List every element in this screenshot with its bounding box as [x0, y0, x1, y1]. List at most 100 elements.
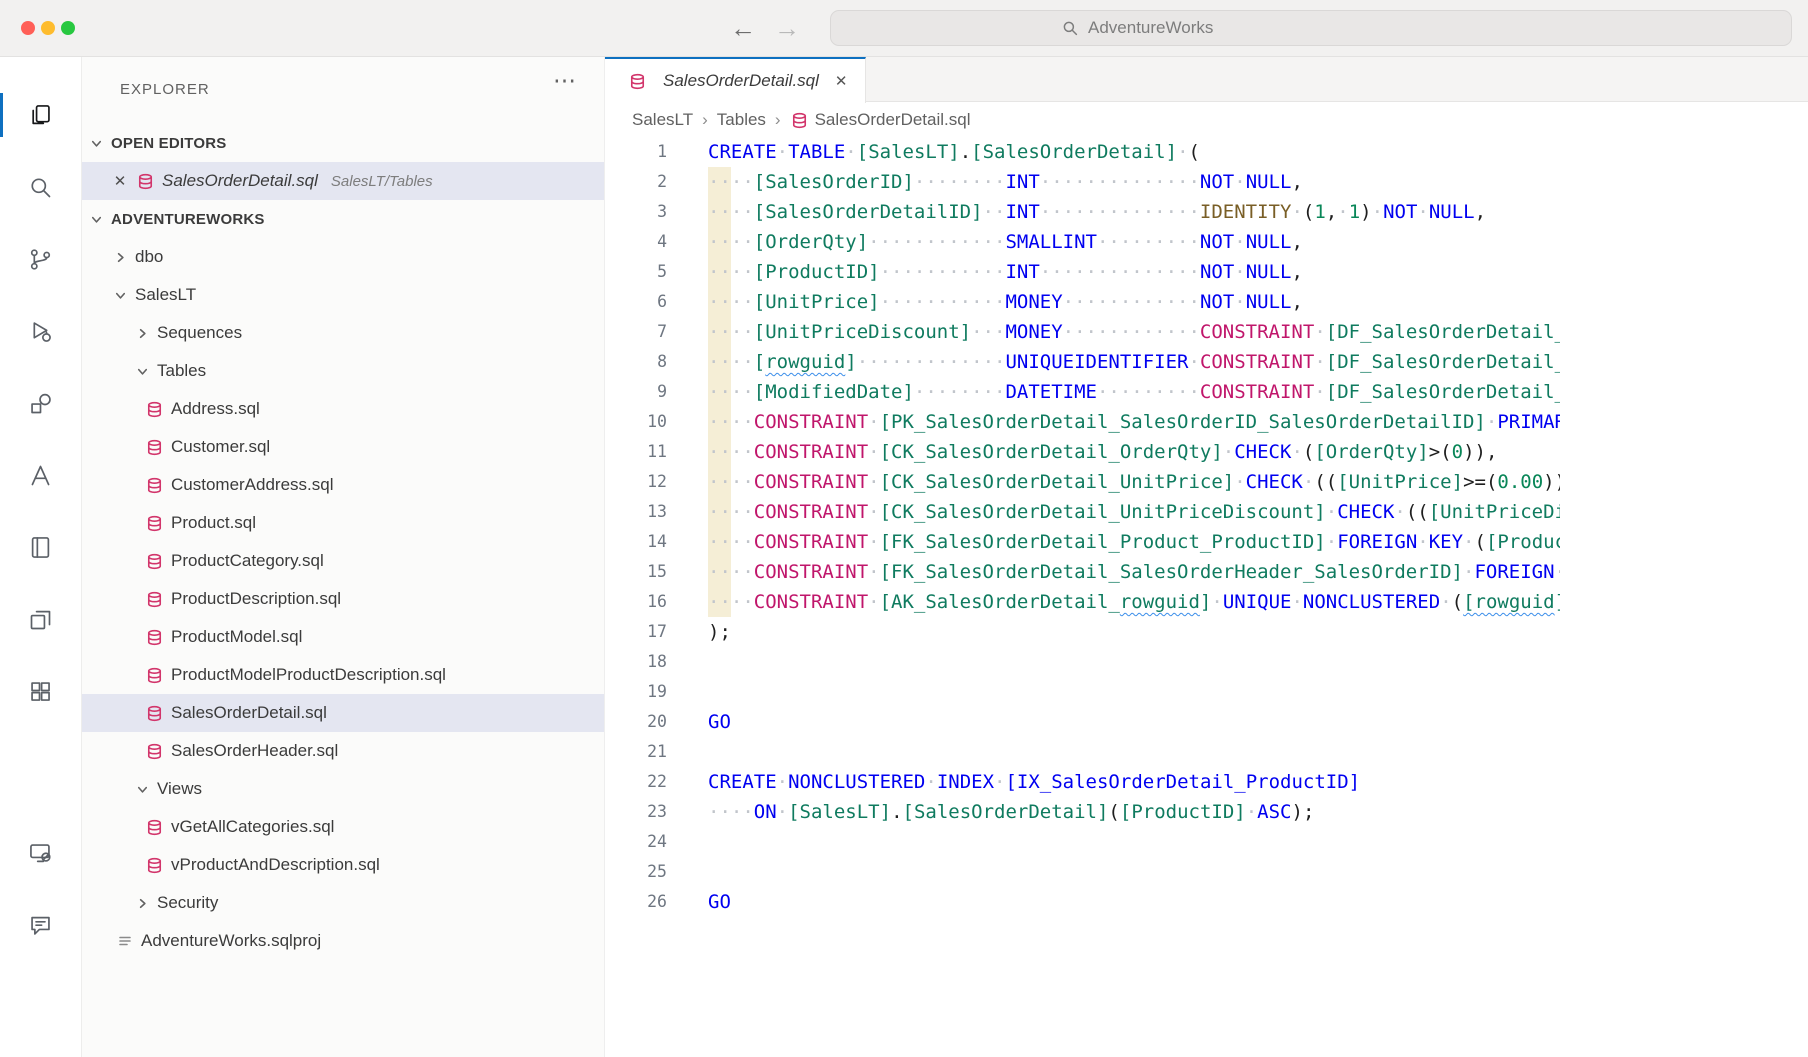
code-line[interactable]: 22CREATE·NONCLUSTERED·INDEX·[IX_SalesOrd…	[605, 767, 1808, 797]
minimize-window-button[interactable]	[41, 21, 55, 35]
code-line[interactable]: 23····ON·[SalesLT].[SalesOrderDetail]([P…	[605, 797, 1808, 827]
line-number[interactable]: 26	[605, 887, 667, 917]
code-line[interactable]: 1CREATE·TABLE·[SalesLT].[SalesOrderDetai…	[605, 137, 1808, 167]
chevron-right-icon[interactable]	[134, 895, 150, 911]
tree-item-salesorderdetail-sql[interactable]: ✕SalesOrderDetail.sqlSalesLT/Tables	[82, 162, 604, 200]
code-line[interactable]: 12····CONSTRAINT·[CK_SalesOrderDetail_Un…	[605, 467, 1808, 497]
code-line[interactable]: 19	[605, 677, 1808, 707]
tree-item-customer-sql[interactable]: Customer.sql	[82, 428, 604, 466]
notebook-icon[interactable]	[0, 511, 82, 583]
tree-item-address-sql[interactable]: Address.sql	[82, 390, 604, 428]
line-number[interactable]: 3	[605, 197, 667, 227]
code-line[interactable]: 17);	[605, 617, 1808, 647]
line-number[interactable]: 17	[605, 617, 667, 647]
search-icon[interactable]	[0, 151, 82, 223]
line-number[interactable]: 22	[605, 767, 667, 797]
line-number[interactable]: 19	[605, 677, 667, 707]
address-bar[interactable]: AdventureWorks	[830, 10, 1792, 46]
code-line[interactable]: 10····CONSTRAINT·[PK_SalesOrderDetail_Sa…	[605, 407, 1808, 437]
line-number[interactable]: 13	[605, 497, 667, 527]
tree-item-adventureworks-sqlproj[interactable]: AdventureWorks.sqlproj	[82, 922, 604, 960]
section-open-editors[interactable]: OPEN EDITORS	[82, 124, 604, 162]
breadcrumb-item-tables[interactable]: Tables	[717, 110, 766, 130]
line-number[interactable]: 5	[605, 257, 667, 287]
chevron-right-icon[interactable]	[112, 249, 128, 265]
forward-button[interactable]: →	[772, 13, 802, 43]
line-number[interactable]: 16	[605, 587, 667, 617]
tree-item-productmodelproductdescription-sql[interactable]: ProductModelProductDescription.sql	[82, 656, 604, 694]
tree-item-sequences[interactable]: Sequences	[82, 314, 604, 352]
section-adventureworks[interactable]: ADVENTUREWORKS	[82, 200, 604, 238]
close-icon[interactable]: ✕	[112, 172, 128, 190]
chevron-down-icon[interactable]	[88, 211, 104, 227]
tree-item-productdescription-sql[interactable]: ProductDescription.sql	[82, 580, 604, 618]
tree-item-dbo[interactable]: dbo	[82, 238, 604, 276]
remote-icon[interactable]	[0, 817, 82, 889]
line-number[interactable]: 14	[605, 527, 667, 557]
code-line[interactable]: 25	[605, 857, 1808, 887]
line-number[interactable]: 18	[605, 647, 667, 677]
back-button[interactable]: ←	[728, 13, 758, 43]
line-number[interactable]: 11	[605, 437, 667, 467]
source-control-icon[interactable]	[0, 223, 82, 295]
grid-icon[interactable]	[0, 655, 82, 727]
breadcrumb-item-saleslt[interactable]: SalesLT	[632, 110, 693, 130]
chevron-down-icon[interactable]	[112, 287, 128, 303]
line-number[interactable]: 24	[605, 827, 667, 857]
line-number[interactable]: 8	[605, 347, 667, 377]
line-number[interactable]: 2	[605, 167, 667, 197]
code-line[interactable]: 21	[605, 737, 1808, 767]
more-actions-icon[interactable]: ⋯	[553, 69, 576, 92]
close-icon[interactable]: ✕	[835, 72, 848, 90]
line-number[interactable]: 9	[605, 377, 667, 407]
code-line[interactable]: 20GO	[605, 707, 1808, 737]
line-number[interactable]: 4	[605, 227, 667, 257]
code-line[interactable]: 2····[SalesOrderID]········INT··········…	[605, 167, 1808, 197]
code-line[interactable]: 24	[605, 827, 1808, 857]
zoom-window-button[interactable]	[61, 21, 75, 35]
tree-item-productcategory-sql[interactable]: ProductCategory.sql	[82, 542, 604, 580]
code-line[interactable]: 6····[UnitPrice]···········MONEY········…	[605, 287, 1808, 317]
tree-item-salesorderheader-sql[interactable]: SalesOrderHeader.sql	[82, 732, 604, 770]
tree-item-security[interactable]: Security	[82, 884, 604, 922]
line-number[interactable]: 21	[605, 737, 667, 767]
code-line[interactable]: 18	[605, 647, 1808, 677]
chevron-down-icon[interactable]	[134, 363, 150, 379]
tree-item-vgetallcategories-sql[interactable]: vGetAllCategories.sql	[82, 808, 604, 846]
line-number[interactable]: 1	[605, 137, 667, 167]
code-line[interactable]: 26GO	[605, 887, 1808, 917]
tree-item-saleslt[interactable]: SalesLT	[82, 276, 604, 314]
close-window-button[interactable]	[21, 21, 35, 35]
run-debug-icon[interactable]	[0, 295, 82, 367]
code-line[interactable]: 11····CONSTRAINT·[CK_SalesOrderDetail_Or…	[605, 437, 1808, 467]
code-line[interactable]: 3····[SalesOrderDetailID]··INT··········…	[605, 197, 1808, 227]
tab-salesorderdetail-sql[interactable]: SalesOrderDetail.sql ✕	[605, 57, 866, 103]
code-line[interactable]: 16····CONSTRAINT·[AK_SalesOrderDetail_ro…	[605, 587, 1808, 617]
tree-item-vproductanddescription-sql[interactable]: vProductAndDescription.sql	[82, 846, 604, 884]
feedback-icon[interactable]	[0, 889, 82, 961]
line-number[interactable]: 7	[605, 317, 667, 347]
code-line[interactable]: 9····[ModifiedDate]········DATETIME·····…	[605, 377, 1808, 407]
line-number[interactable]: 25	[605, 857, 667, 887]
line-number[interactable]: 6	[605, 287, 667, 317]
chevron-down-icon[interactable]	[134, 781, 150, 797]
windows-icon[interactable]	[0, 583, 82, 655]
line-number[interactable]: 12	[605, 467, 667, 497]
breadcrumb-item-salesorderdetail-sql[interactable]: SalesOrderDetail.sql	[815, 110, 971, 130]
code-line[interactable]: 5····[ProductID]···········INT··········…	[605, 257, 1808, 287]
code-line[interactable]: 15····CONSTRAINT·[FK_SalesOrderDetail_Sa…	[605, 557, 1808, 587]
code-line[interactable]: 14····CONSTRAINT·[FK_SalesOrderDetail_Pr…	[605, 527, 1808, 557]
code-line[interactable]: 4····[OrderQty]············SMALLINT·····…	[605, 227, 1808, 257]
azure-icon[interactable]	[0, 439, 82, 511]
tree-item-customeraddress-sql[interactable]: CustomerAddress.sql	[82, 466, 604, 504]
extensions-icon[interactable]	[0, 367, 82, 439]
files-icon[interactable]	[0, 79, 82, 151]
line-number[interactable]: 23	[605, 797, 667, 827]
tree-item-salesorderdetail-sql[interactable]: SalesOrderDetail.sql	[82, 694, 604, 732]
tree-item-tables[interactable]: Tables	[82, 352, 604, 390]
code-editor[interactable]: 1CREATE·TABLE·[SalesLT].[SalesOrderDetai…	[605, 137, 1808, 1057]
code-line[interactable]: 7····[UnitPriceDiscount]···MONEY········…	[605, 317, 1808, 347]
tree-item-productmodel-sql[interactable]: ProductModel.sql	[82, 618, 604, 656]
code-line[interactable]: 8····[rowguid]·············UNIQUEIDENTIF…	[605, 347, 1808, 377]
tree-item-product-sql[interactable]: Product.sql	[82, 504, 604, 542]
